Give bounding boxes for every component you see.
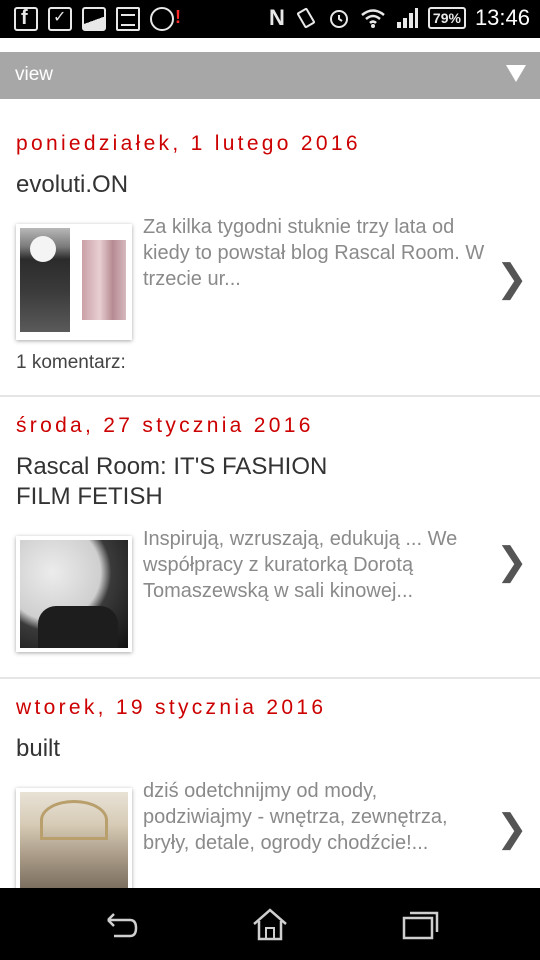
view-label: view — [15, 64, 54, 85]
thumbnail-image — [20, 540, 128, 648]
post-title[interactable]: evoluti.ON — [16, 170, 376, 200]
post-date: środa, 27 stycznia 2016 — [16, 414, 314, 437]
home-icon[interactable] — [250, 906, 290, 942]
system-icons: N 79% 13:46 — [269, 5, 530, 31]
view-selector[interactable]: view — [0, 52, 540, 99]
post-thumbnail[interactable] — [16, 788, 132, 904]
post-title[interactable]: built — [16, 734, 376, 764]
post-date: poniedziałek, 1 lutego 2016 — [16, 132, 361, 155]
comments-link[interactable]: 1 komentarz: — [16, 352, 126, 374]
recent-apps-icon[interactable] — [400, 906, 440, 942]
chevron-right-icon[interactable]: ❯ — [496, 259, 528, 299]
disc-alert-icon — [150, 7, 181, 31]
post-item[interactable]: środa, 27 stycznia 2016 Rascal Room: IT'… — [0, 397, 540, 679]
chevron-right-icon[interactable]: ❯ — [496, 542, 528, 582]
nfc-icon: N — [269, 5, 285, 30]
signal-icon — [396, 8, 418, 28]
battery-icon: 79% — [427, 7, 466, 29]
clock: 13:46 — [474, 5, 530, 30]
post-snippet: Inspirują, wzruszają, edukują ... We wsp… — [143, 528, 458, 602]
facebook-icon — [14, 7, 38, 31]
vibrate-icon — [296, 7, 315, 29]
notification-icons — [14, 7, 181, 31]
alarm-icon — [329, 10, 348, 28]
chevron-right-icon[interactable]: ❯ — [496, 809, 528, 849]
post-date: wtorek, 19 stycznia 2016 — [16, 696, 327, 719]
status-bar: N 79% 13:46 — [0, 0, 540, 38]
thumbnail-image — [20, 228, 128, 336]
back-icon[interactable] — [100, 906, 140, 942]
post-title[interactable]: Rascal Room: IT'S FASHION FILM FETISH — [16, 452, 376, 512]
dropdown-arrow-icon[interactable] — [506, 65, 526, 82]
thumbnail-image — [20, 792, 128, 900]
checkbox-icon — [48, 7, 72, 31]
post-item[interactable]: wtorek, 19 stycznia 2016 built dziś odet… — [0, 679, 540, 904]
card-icon — [116, 7, 140, 31]
image-icon — [82, 7, 106, 31]
post-snippet: dziś odetchnijmy od mody, podziwiajmy - … — [143, 780, 448, 854]
post-thumbnail[interactable] — [16, 536, 132, 652]
post-item[interactable]: poniedziałek, 1 lutego 2016 evoluti.ON Z… — [0, 99, 540, 397]
post-thumbnail[interactable] — [16, 224, 132, 340]
wifi-icon — [361, 9, 385, 28]
post-snippet: Za kilka tygodni stuknie trzy lata od ki… — [143, 216, 485, 290]
navigation-bar — [0, 888, 540, 960]
